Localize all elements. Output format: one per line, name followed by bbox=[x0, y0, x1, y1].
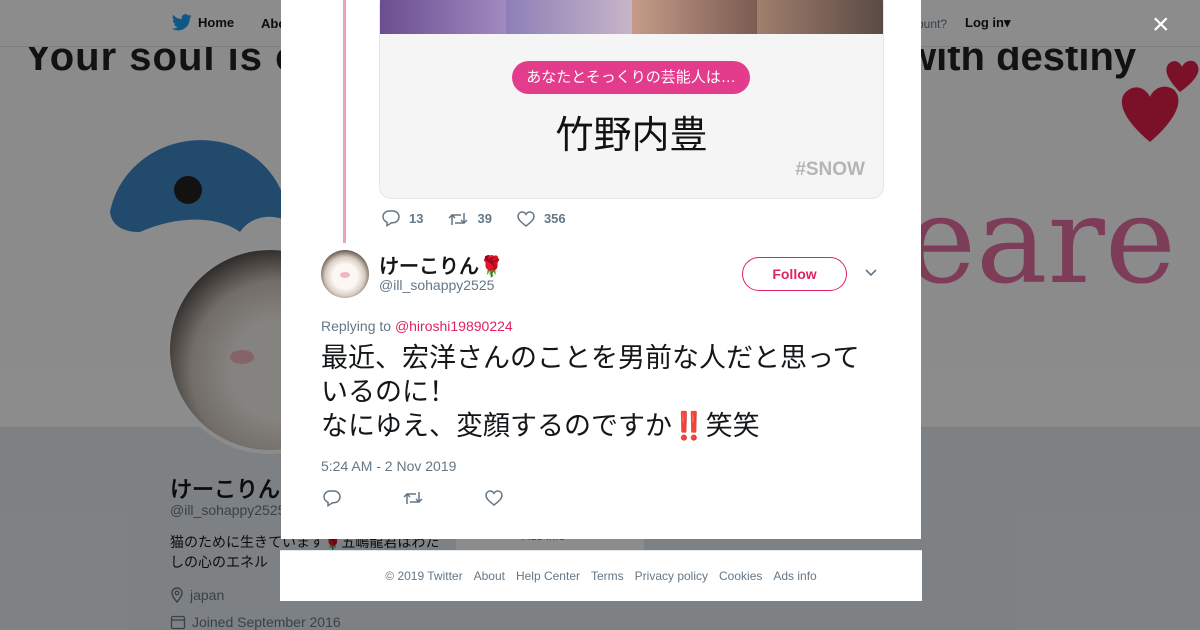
footer-privacy-link[interactable]: Privacy policy bbox=[635, 569, 708, 583]
heart-icon[interactable] bbox=[485, 490, 503, 507]
like-count: 356 bbox=[543, 211, 566, 226]
footer-copyright: © 2019 Twitter bbox=[385, 569, 463, 583]
photo-strip bbox=[380, 0, 883, 34]
retweet-icon[interactable] bbox=[403, 490, 423, 507]
author-name[interactable]: けーこりん🌹 bbox=[379, 250, 504, 279]
thread-connector bbox=[343, 0, 346, 243]
tweet-text-line-3-a: なにゆえ、変顔するのですか bbox=[321, 411, 672, 442]
tweet-text-line-2: いるのに！ bbox=[321, 377, 456, 408]
reply-count: 13 bbox=[409, 211, 424, 226]
celebrity-name: 竹野内豊 bbox=[555, 113, 708, 157]
tweet-timestamp[interactable]: 5:24 AM - 2 Nov 2019 bbox=[321, 458, 456, 474]
parent-tweet-actions: 13 39 356 bbox=[382, 210, 591, 227]
author-avatar-image bbox=[321, 250, 369, 298]
retweet-count: 39 bbox=[477, 211, 492, 226]
result-pill: あなたとそっくりの芸能人は… bbox=[512, 61, 750, 94]
modal-footer: © 2019 Twitter About Help Center Terms P… bbox=[280, 550, 922, 601]
retweet-icon bbox=[448, 211, 468, 227]
reply-icon bbox=[382, 210, 400, 227]
close-icon[interactable]: × bbox=[1152, 10, 1170, 40]
reply-icon[interactable] bbox=[323, 490, 341, 507]
double-exclamation-emoji: ‼️ bbox=[672, 411, 706, 442]
photo-3 bbox=[631, 0, 758, 34]
tweet-actions bbox=[323, 490, 503, 507]
tweet-text: 最近、宏洋さんのことを男前な人だと思って いるのに！ なにゆえ、変顔するのですか… bbox=[321, 342, 891, 444]
footer-cookies-link[interactable]: Cookies bbox=[719, 569, 762, 583]
follow-button[interactable]: Follow bbox=[742, 257, 847, 291]
author-avatar[interactable] bbox=[321, 250, 369, 298]
author-handle[interactable]: @ill_sohappy2525 bbox=[379, 277, 494, 293]
like-button[interactable]: 356 bbox=[517, 210, 566, 227]
tweet-text-line-3-b: 笑笑 bbox=[705, 411, 760, 442]
tweet-text-line-1: 最近、宏洋さんのことを男前な人だと思って bbox=[321, 343, 860, 374]
tweet-text-line-3: なにゆえ、変顔するのですか‼️笑笑 bbox=[321, 410, 891, 444]
reply-button[interactable]: 13 bbox=[382, 210, 423, 227]
replying-to: Replying to @hiroshi19890224 bbox=[321, 318, 513, 334]
chevron-down-icon[interactable] bbox=[864, 265, 878, 283]
footer-ads-link[interactable]: Ads info bbox=[773, 569, 816, 583]
photo-2 bbox=[505, 0, 632, 34]
footer-about-link[interactable]: About bbox=[474, 569, 505, 583]
snow-watermark: #SNOW bbox=[795, 159, 865, 180]
tweet-modal: あなたとそっくりの芸能人は… 竹野内豊 #SNOW 13 39 356 けーこり… bbox=[281, 0, 921, 539]
photo-4 bbox=[757, 0, 883, 34]
replying-prefix: Replying to bbox=[321, 318, 392, 334]
retweet-button[interactable]: 39 bbox=[448, 211, 492, 227]
photo-1 bbox=[380, 0, 506, 34]
footer-terms-link[interactable]: Terms bbox=[591, 569, 624, 583]
replying-handle-link[interactable]: @hiroshi19890224 bbox=[395, 318, 513, 334]
parent-tweet-media[interactable]: あなたとそっくりの芸能人は… 竹野内豊 #SNOW bbox=[379, 0, 884, 199]
footer-help-link[interactable]: Help Center bbox=[516, 569, 580, 583]
heart-icon bbox=[517, 210, 535, 227]
cat-nose bbox=[340, 272, 350, 278]
